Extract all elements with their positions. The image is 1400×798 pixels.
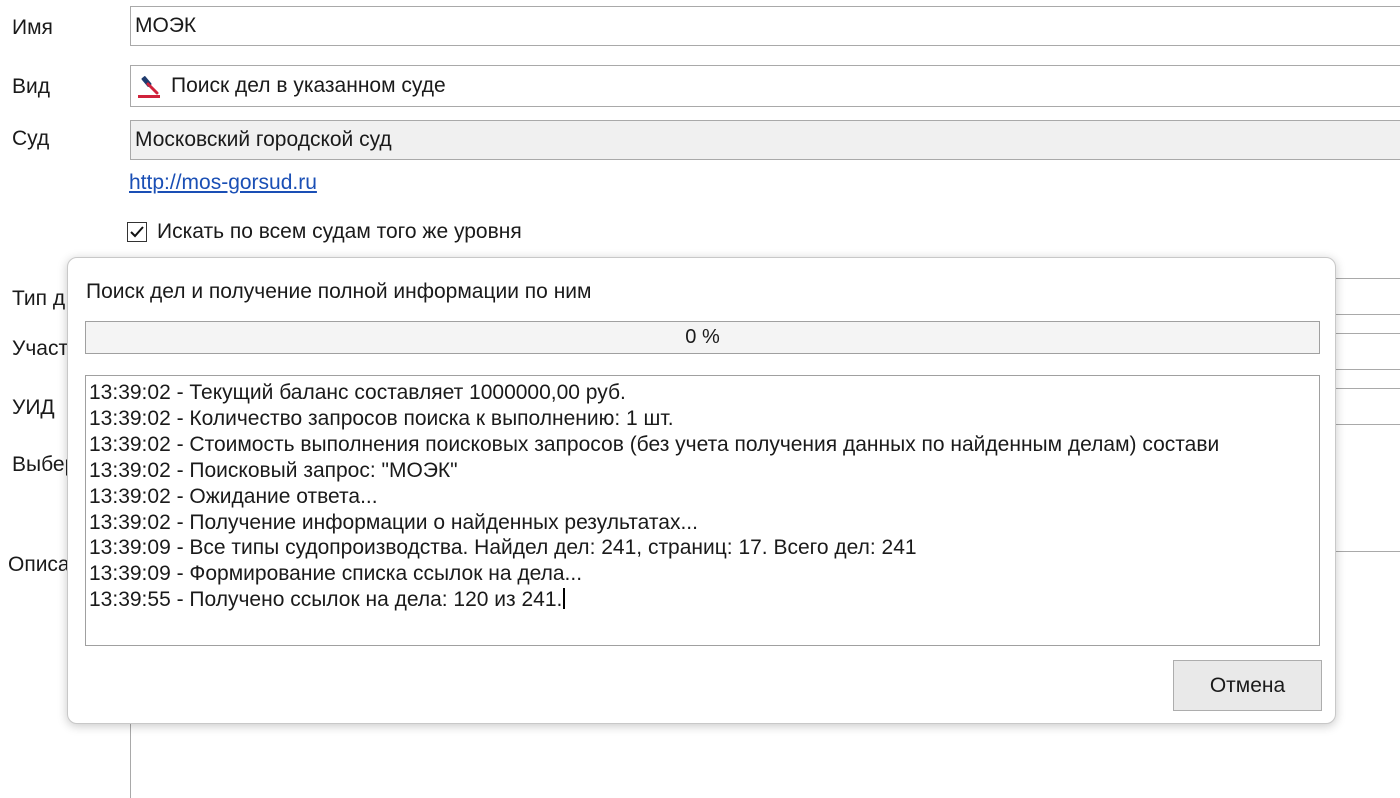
log-textarea[interactable]: 13:39:02 - Текущий баланс составляет 100… <box>85 375 1320 646</box>
same-level-checkbox[interactable] <box>127 222 147 242</box>
same-level-checkbox-label: Искать по всем судам того же уровня <box>157 220 522 243</box>
checkmark-icon <box>130 226 144 238</box>
cancel-button[interactable]: Отмена <box>1173 660 1322 711</box>
kind-label: Вид <box>12 75 50 98</box>
gavel-icon <box>135 72 163 100</box>
progress-bar: 0 % <box>85 321 1320 354</box>
kind-select[interactable]: Поиск дел в указанном суде <box>130 65 1400 107</box>
progress-text: 0 % <box>685 326 720 348</box>
log-line: 13:39:09 - Все типы судопроизводства. На… <box>89 536 917 560</box>
name-label: Имя <box>12 16 53 39</box>
description-label: Описа <box>8 553 70 576</box>
same-level-checkbox-row[interactable]: Искать по всем судам того же уровня <box>127 220 522 244</box>
log-line: 13:39:02 - Поисковый запрос: "МОЭК" <box>89 458 458 482</box>
court-field[interactable]: Московский городской суд <box>130 120 1400 160</box>
log-line: 13:39:02 - Ожидание ответа... <box>89 484 378 508</box>
court-label: Суд <box>12 127 50 150</box>
log-line: 13:39:55 - Получено ссылок на дела: 120 … <box>89 587 1319 613</box>
name-value: МОЭК <box>135 14 197 37</box>
type-label: Тип д <box>12 287 66 310</box>
uid-label: УИД <box>12 396 55 419</box>
search-progress-dialog: Поиск дел и получение полной информации … <box>67 257 1336 724</box>
text-caret <box>563 588 566 610</box>
log-line: 13:39:02 - Количество запросов поиска к … <box>89 406 674 430</box>
log-line: 13:39:09 - Формирование списка ссылок на… <box>89 562 583 586</box>
name-field[interactable]: МОЭК <box>130 6 1400 46</box>
kind-value: Поиск дел в указанном суде <box>171 74 446 97</box>
dialog-title: Поиск дел и получение полной информации … <box>86 280 592 303</box>
court-website-link[interactable]: http://mos-gorsud.ru <box>129 171 317 195</box>
log-line: 13:39:02 - Получение информации о найден… <box>89 510 698 534</box>
court-value: Московский городской суд <box>135 128 392 151</box>
log-line: 13:39:02 - Текущий баланс составляет 100… <box>89 381 626 404</box>
description-box-border <box>130 722 131 798</box>
participant-label: Участ <box>12 337 69 360</box>
log-line: 13:39:02 - Стоимость выполнения поисковы… <box>89 432 1220 456</box>
